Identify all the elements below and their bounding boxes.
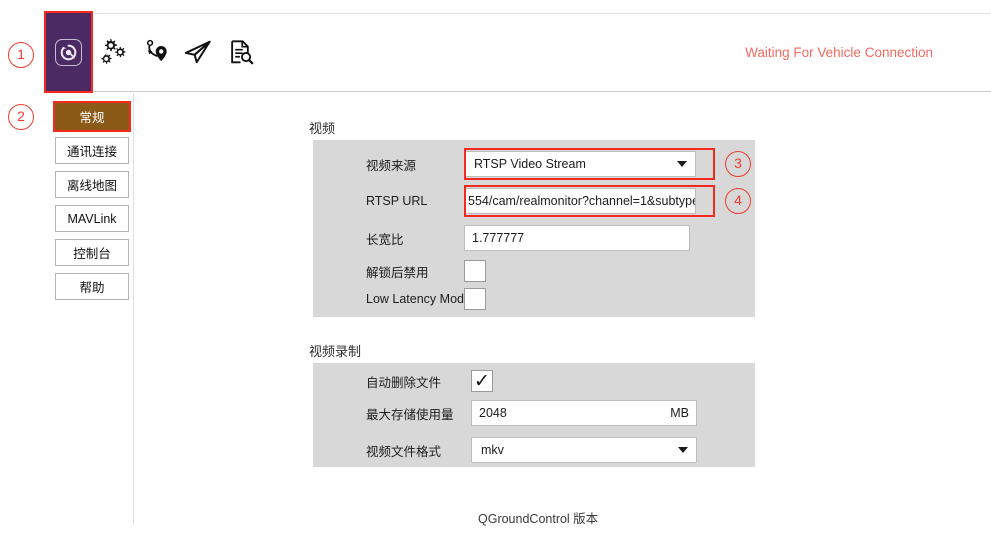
annotation-marker-3: 3 [725,151,751,177]
video-section-title: 视频 [309,121,336,136]
app-menu-button[interactable] [46,13,91,91]
version-label: QGroundControl 版本 [478,512,599,526]
sidebar-item-comm-links[interactable]: 通讯连接 [55,137,129,164]
low-latency-mode-label: Low Latency Mode [366,292,471,306]
video-source-value: RTSP Video Stream [474,157,586,171]
video-source-select[interactable]: RTSP Video Stream [464,151,696,177]
video-source-row: 视频来源 RTSP Video Stream [366,151,756,177]
annotation-marker-1: 1 [8,42,34,68]
sidebar-item-help[interactable]: 帮助 [55,273,129,300]
chevron-down-icon [678,447,688,453]
plan-route-icon[interactable] [140,36,174,68]
low-latency-mode-row: Low Latency Mode [366,286,756,312]
file-format-label: 视频文件格式 [366,444,442,459]
paper-plane-icon[interactable] [181,36,215,68]
gears-icon[interactable] [96,36,130,68]
rtsp-url-row: RTSP URL 554/cam/realmonitor?channel=1&s… [366,188,756,214]
annotation-marker-2: 2 [8,104,34,130]
auto-delete-checkbox[interactable]: ✓ [471,370,493,392]
sidebar-item-general[interactable]: 常规 [55,103,129,130]
disable-when-disarmed-row: 解锁后禁用 [366,258,756,284]
sidebar-item-label: 离线地图 [66,179,117,193]
status-badge: Waiting For Vehicle Connection [745,45,933,60]
aspect-ratio-row: 长宽比 1.777777 [366,225,756,251]
sidebar-item-console[interactable]: 控制台 [55,239,129,266]
sidebar-item-mavlink[interactable]: MAVLink [55,205,129,232]
document-search-icon[interactable] [224,36,258,68]
max-storage-value: 2048 [479,406,507,420]
aspect-ratio-label: 长宽比 [366,232,404,247]
video-source-label: 视频来源 [366,158,417,173]
disable-when-disarmed-checkbox[interactable] [464,260,486,282]
sidebar-item-label: 常规 [79,111,105,125]
sidebar-item-offline-maps[interactable]: 离线地图 [55,171,129,198]
check-icon: ✓ [474,369,490,392]
settings-sidebar: 常规 通讯连接 离线地图 MAVLink 控制台 帮助 [55,103,129,307]
max-storage-input[interactable]: 2048 MB [471,400,697,426]
auto-delete-row: 自动删除文件 ✓ [366,368,756,394]
max-storage-row: 最大存储使用量 2048 MB [366,400,756,426]
sidebar-item-label: MAVLink [67,211,117,226]
file-format-select[interactable]: mkv [471,437,697,463]
sidebar-item-label: 帮助 [79,281,105,295]
file-format-value: mkv [481,443,504,457]
sidebar-item-label: 控制台 [73,247,111,261]
qgc-logo-icon [55,38,82,66]
low-latency-mode-checkbox[interactable] [464,288,486,310]
file-format-row: 视频文件格式 mkv [366,437,756,463]
annotation-marker-4: 4 [725,188,751,214]
max-storage-unit: MB [670,406,689,420]
chevron-down-icon [677,161,687,167]
sidebar-divider [133,93,134,525]
recording-section-title: 视频录制 [309,344,362,359]
rtsp-url-label: RTSP URL [366,194,428,208]
auto-delete-label: 自动删除文件 [366,375,442,390]
disable-when-disarmed-label: 解锁后禁用 [366,265,429,280]
max-storage-label: 最大存储使用量 [366,407,454,422]
aspect-ratio-input[interactable]: 1.777777 [464,225,690,251]
rtsp-url-input[interactable]: 554/cam/realmonitor?channel=1&subtype=2 [464,188,696,214]
sidebar-item-label: 通讯连接 [66,145,117,159]
